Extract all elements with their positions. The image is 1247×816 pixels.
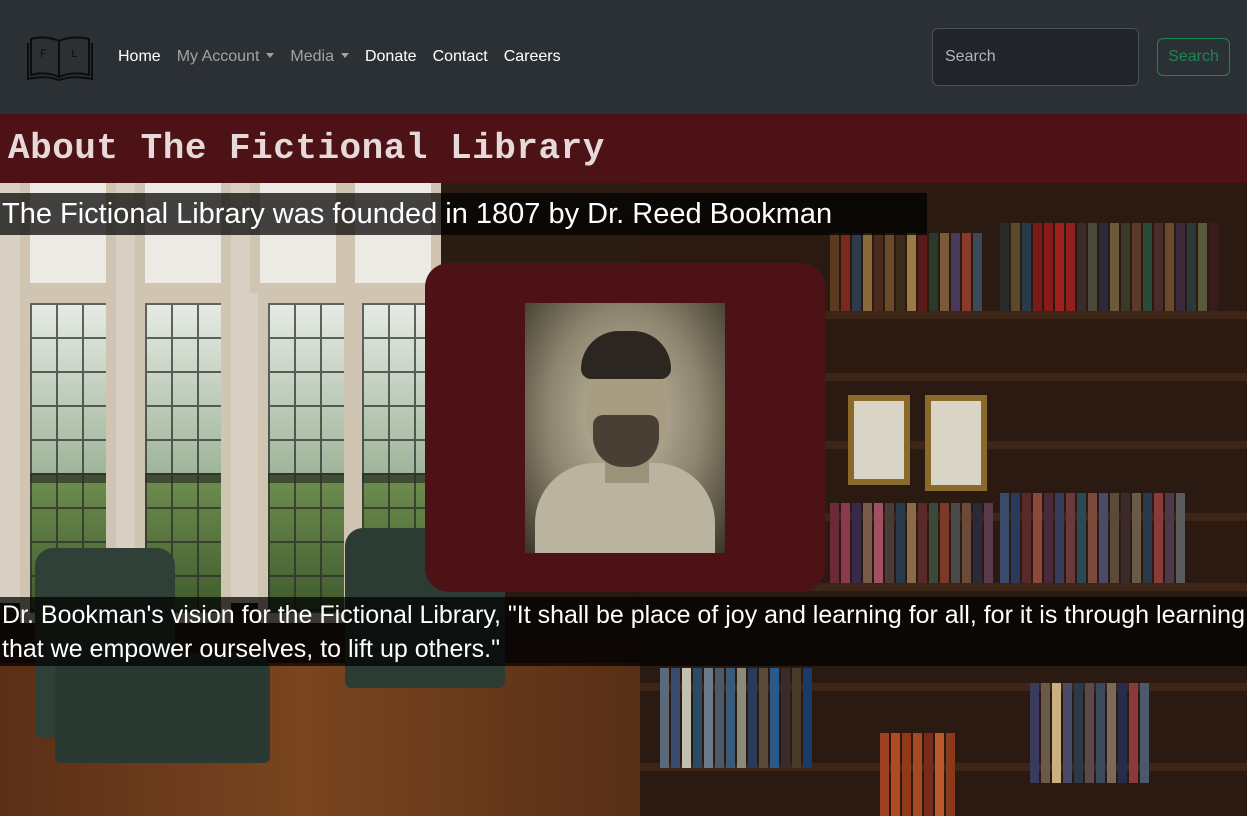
nav-home-link[interactable]: Home <box>118 48 161 66</box>
framed-picture <box>848 395 910 485</box>
nav-careers-link[interactable]: Careers <box>504 48 561 66</box>
framed-picture <box>925 395 987 491</box>
svg-text:L: L <box>71 49 78 61</box>
search-button[interactable]: Search <box>1157 38 1230 76</box>
library-logo-book-icon[interactable]: F L <box>27 33 93 81</box>
nav-media-label: Media <box>290 48 334 65</box>
chevron-down-icon <box>266 53 275 58</box>
logo-letters: F <box>40 49 47 61</box>
founding-caption: The Fictional Library was founded in 180… <box>0 193 927 235</box>
vision-caption: Dr. Bookman's vision for the Fictional L… <box>0 597 1247 666</box>
chevron-down-icon <box>340 53 349 58</box>
founder-portrait-image <box>525 303 725 553</box>
nav-links: Home My Account Media Donate Contact Car… <box>118 0 561 114</box>
nav-contact-link[interactable]: Contact <box>433 48 488 66</box>
nav-my-account-dropdown[interactable]: My Account <box>177 48 275 66</box>
nav-donate-link[interactable]: Donate <box>365 48 417 66</box>
page-title: About The Fictional Library <box>8 128 605 169</box>
navbar: F L Home My Account Media Donate Contact… <box>0 0 1247 114</box>
nav-my-account-label: My Account <box>176 48 260 65</box>
search-input[interactable] <box>932 28 1139 86</box>
nav-media-dropdown[interactable]: Media <box>290 48 349 66</box>
